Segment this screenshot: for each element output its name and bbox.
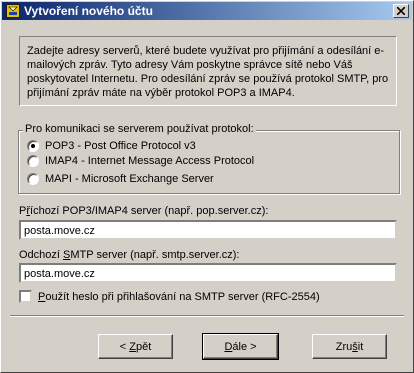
- radio-mapi-label: MAPI - Microsoft Exchange Server: [45, 173, 214, 185]
- radio-pop3[interactable]: POP3 - Post Office Protocol v3: [27, 139, 196, 153]
- title-bar[interactable]: Vytvoření nového účtu: [2, 2, 412, 20]
- radio-imap4[interactable]: IMAP4 - Internet Message Access Protocol: [27, 154, 254, 168]
- radio-pop3-label: POP3 - Post Office Protocol v3: [45, 140, 196, 152]
- outgoing-server-input[interactable]: posta.move.cz: [19, 263, 397, 283]
- incoming-server-input[interactable]: posta.move.cz: [19, 220, 397, 240]
- auth-checkbox-label: Použít heslo při přihlašování na SMTP se…: [38, 290, 320, 303]
- radio-imap4-indicator[interactable]: [27, 155, 39, 167]
- close-icon: [397, 7, 405, 15]
- window-title: Vytvoření nového účtu: [24, 4, 153, 18]
- radio-mapi[interactable]: MAPI - Microsoft Exchange Server: [27, 172, 214, 186]
- radio-imap4-label: IMAP4 - Internet Message Access Protocol: [45, 155, 255, 167]
- cancel-button[interactable]: Zru š it: [312, 334, 387, 359]
- protocol-group-label: Pro komunikaci se serverem používat prot…: [23, 123, 256, 135]
- close-button[interactable]: [393, 4, 409, 18]
- auth-checkbox-row[interactable]: Použít heslo při přihlašování na SMTP se…: [19, 290, 320, 303]
- incoming-server-label: Příchozí POP3/IMAP4 server (např. pop.se…: [19, 205, 269, 217]
- radio-mapi-indicator[interactable]: [27, 173, 39, 185]
- outgoing-server-label: Odchozí SMTP server (např. smtp.server.c…: [19, 249, 240, 261]
- back-button[interactable]: < Zpět: [98, 334, 173, 359]
- dialog-window: Vytvoření nového účtu Zadejte adresy ser…: [0, 0, 414, 373]
- radio-pop3-indicator[interactable]: [27, 140, 39, 152]
- intro-text: Zadejte adresy serverů, které budete vyu…: [19, 36, 397, 106]
- auth-checkbox[interactable]: [19, 290, 32, 303]
- mail-app-icon: [6, 4, 20, 18]
- button-separator: [10, 315, 404, 317]
- next-button[interactable]: Dále >: [202, 333, 279, 360]
